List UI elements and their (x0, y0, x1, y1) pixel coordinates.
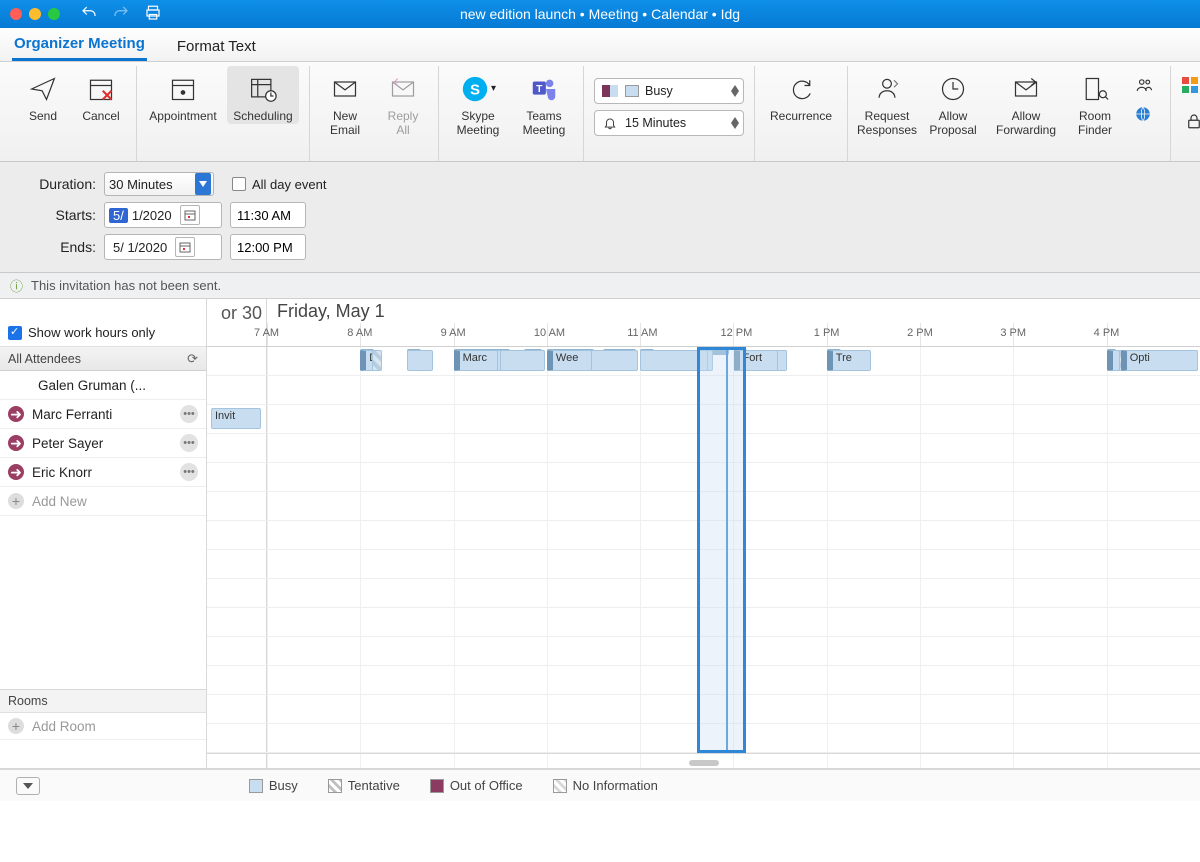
starts-label: Starts: (14, 207, 96, 223)
availability-row: MarcOpti (207, 376, 1200, 405)
scheduling-button[interactable]: Scheduling (227, 66, 299, 124)
lock-icon[interactable] (1185, 112, 1200, 133)
add-room-row[interactable]: + Add Room (0, 713, 206, 740)
svg-text:S: S (470, 82, 480, 99)
calendar-icon[interactable] (175, 237, 195, 257)
calendar-icon[interactable] (180, 205, 200, 225)
bell-icon (601, 116, 619, 130)
out-of-office-swatch-icon (430, 779, 444, 793)
add-icon: + (8, 493, 24, 509)
info-message: This invitation has not been sent. (31, 278, 221, 293)
attendee-menu-icon[interactable]: ••• (180, 434, 198, 452)
info-bar: ⓘ This invitation has not been sent. (0, 273, 1200, 299)
people-icon[interactable] (1134, 76, 1154, 97)
end-date-input[interactable]: 5/ 1/2020 (104, 234, 222, 260)
skype-meeting-button[interactable]: S▾ Skype Meeting (449, 66, 507, 138)
window-controls (10, 8, 60, 20)
zoom-window-icon[interactable] (48, 8, 60, 20)
room-finder-button[interactable]: Room Finder (1070, 66, 1120, 138)
cancel-button[interactable]: Cancel (76, 66, 126, 124)
legend-bar: Busy Tentative Out of Office No Informat… (0, 769, 1200, 801)
allow-proposal-button[interactable]: Allow Proposal (924, 66, 982, 138)
availability-row: DWeeFortTreOpti (207, 463, 1200, 492)
end-time-input[interactable] (230, 234, 306, 260)
start-date-input[interactable]: 5/1/2020 (104, 202, 222, 228)
scheduling-assistant: Show work hours only All Attendees ⟳ Gal… (0, 299, 1200, 769)
availability-row (207, 492, 1200, 521)
new-email-button[interactable]: New Email (320, 66, 370, 138)
attendee-menu-icon[interactable]: ••• (180, 405, 198, 423)
availability-row (207, 434, 1200, 463)
add-attendee-row[interactable]: + Add New (0, 487, 206, 516)
print-icon[interactable] (144, 4, 162, 25)
add-icon: + (8, 718, 24, 734)
attendee-row[interactable]: ➜ Marc Ferranti••• (0, 400, 206, 429)
all-day-label: All day event (252, 177, 326, 192)
busy-swatch-icon (625, 85, 639, 97)
svg-text:T: T (536, 84, 543, 95)
categories-icon[interactable]: ▾ (1181, 76, 1200, 96)
duration-label: Duration: (14, 176, 96, 192)
reply-all-button: Reply All (378, 66, 428, 138)
close-window-icon[interactable] (10, 8, 22, 20)
duration-select[interactable]: 30 Minutes (104, 172, 214, 196)
send-button[interactable]: Send (18, 66, 68, 124)
no-info-swatch-icon (553, 779, 567, 793)
required-icon: ➜ (8, 435, 24, 451)
busy-swatch-icon (249, 779, 263, 793)
tab-format-text[interactable]: Format Text (175, 32, 258, 61)
teams-meeting-button[interactable]: T Teams Meeting (515, 66, 573, 138)
minimize-window-icon[interactable] (29, 8, 41, 20)
ribbon: Send Cancel Appointment Scheduling New E… (0, 62, 1200, 162)
required-icon: ➜ (8, 406, 24, 422)
current-day-label: Friday, May 1 (267, 299, 1200, 323)
recurrence-button[interactable]: Recurrence (765, 66, 837, 124)
work-hours-checkbox[interactable] (8, 326, 22, 340)
required-icon: ➜ (8, 464, 24, 480)
legend-dropdown[interactable] (16, 777, 40, 795)
request-responses-button[interactable]: Request Responses (858, 66, 916, 138)
allow-forwarding-button[interactable]: Allow Forwarding (990, 66, 1062, 138)
window-title: new edition launch • Meeting • Calendar … (0, 6, 1200, 22)
info-icon: ⓘ (10, 276, 23, 295)
attendees-header: All Attendees ⟳ (0, 347, 206, 371)
globe-icon[interactable] (1134, 105, 1154, 126)
availability-row: InvitMarcFort (207, 405, 1200, 434)
redo-icon[interactable] (112, 4, 130, 25)
availability-grid[interactable]: or 30 Friday, May 1 7 AM8 AM9 AM10 AM11 … (207, 299, 1200, 768)
ends-label: Ends: (14, 239, 96, 255)
rooms-header: Rooms (0, 689, 206, 713)
appointment-button[interactable]: Appointment (147, 66, 219, 124)
tentative-swatch-icon (328, 779, 342, 793)
attendee-panel: Show work hours only All Attendees ⟳ Gal… (0, 299, 207, 768)
tab-organizer-meeting[interactable]: Organizer Meeting (12, 29, 147, 61)
all-day-checkbox[interactable] (232, 177, 246, 191)
work-hours-label: Show work hours only (28, 325, 155, 340)
refresh-icon[interactable]: ⟳ (187, 351, 198, 367)
resize-handle-icon[interactable] (689, 760, 719, 766)
show-as-combo[interactable]: Busy (594, 78, 744, 104)
prev-day-label: or 30 (207, 299, 267, 346)
undo-icon[interactable] (80, 4, 98, 25)
attendee-row[interactable]: ➜ Eric Knorr••• (0, 458, 206, 487)
reminder-combo[interactable]: 15 Minutes (594, 110, 744, 136)
ribbon-tab-row: Organizer Meeting Format Text (0, 28, 1200, 62)
attendee-row[interactable]: Galen Gruman (... (0, 371, 206, 400)
start-time-input[interactable] (230, 202, 306, 228)
attendee-row[interactable]: ➜ Peter Sayer••• (0, 429, 206, 458)
title-bar: new edition launch • Meeting • Calendar … (0, 0, 1200, 28)
meeting-time-form: Duration: 30 Minutes All day event Start… (0, 162, 1200, 273)
show-as-icon (601, 85, 619, 97)
attendee-menu-icon[interactable]: ••• (180, 463, 198, 481)
